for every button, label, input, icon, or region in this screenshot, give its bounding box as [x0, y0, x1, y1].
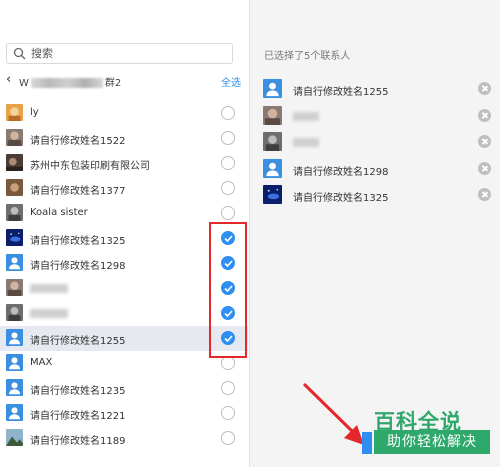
contact-name: 苏州中东包装印刷有限公司: [30, 161, 150, 172]
selected-contact-row: 请自行修改姓名1255: [249, 76, 500, 102]
contact-name: 请自行修改姓名1235: [30, 386, 126, 397]
avatar: [263, 105, 282, 125]
avatar: [6, 179, 23, 196]
contact-name: MAX: [30, 357, 53, 368]
selected-contact-row: 请自行修改姓名1298: [249, 156, 500, 182]
group-header: ‹ W 群2 全选: [0, 70, 248, 92]
contact-name: 请自行修改姓名1189: [30, 436, 126, 447]
contact-name: [30, 284, 68, 293]
contact-picker-panel: ‹ W 群2 全选 ly 请自行修改姓名1522 苏州中东包装印刷有限公司请自行修改姓…: [0, 0, 248, 467]
avatar: [263, 132, 282, 151]
contact-name: 请自行修改姓名1522: [30, 136, 126, 147]
contact-name: 请自行修改姓名1255: [30, 336, 126, 347]
selected-contact-name: 请自行修改姓名1325: [293, 193, 389, 204]
contact-row[interactable]: 请自行修改姓名1221: [0, 401, 248, 426]
group-name-suffix: 群2: [104, 78, 122, 89]
contact-row[interactable]: 请自行修改姓名1522: [0, 126, 248, 151]
unchecked-radio-icon[interactable]: [221, 381, 235, 395]
selected-contact-row: [249, 129, 500, 155]
selected-count-title: 已选择了5个联系人: [264, 51, 351, 62]
unchecked-radio-icon[interactable]: [221, 406, 235, 420]
search-icon: [13, 47, 26, 60]
avatar: [263, 158, 282, 178]
contact-name: 请自行修改姓名1377: [30, 186, 126, 197]
watermark-subtitle: 助你轻松解决: [374, 430, 490, 454]
remove-icon[interactable]: [478, 161, 491, 175]
selected-contact-name: [293, 111, 319, 121]
avatar: [6, 379, 23, 396]
select-all-link[interactable]: 全选: [221, 74, 241, 89]
unchecked-radio-icon[interactable]: [221, 156, 235, 170]
annotation-highlight-box: [209, 222, 247, 358]
remove-icon[interactable]: [478, 82, 491, 95]
contact-name: Koala sister: [30, 207, 88, 218]
group-name-blurred: [30, 78, 103, 88]
selected-panel: 已选择了5个联系人: [249, 0, 500, 467]
avatar: [6, 254, 23, 271]
contact-name: 请自行修改姓名1221: [30, 411, 126, 422]
unchecked-radio-icon[interactable]: [221, 106, 235, 120]
avatar: [6, 279, 23, 296]
selected-contact-row: [249, 103, 500, 129]
unchecked-radio-icon[interactable]: [221, 206, 235, 220]
search-input[interactable]: [31, 46, 221, 61]
unchecked-radio-icon[interactable]: [221, 356, 235, 370]
avatar: [6, 404, 23, 421]
group-name: W 群2: [19, 74, 121, 89]
search-box[interactable]: [6, 43, 233, 64]
avatar: [6, 154, 23, 171]
avatar: [6, 129, 23, 146]
avatar: [6, 229, 23, 246]
selected-contact-row: 请自行修改姓名1325: [249, 182, 500, 208]
contact-name: 请自行修改姓名1298: [30, 261, 126, 272]
contact-row[interactable]: 苏州中东包装印刷有限公司: [0, 151, 248, 176]
unchecked-radio-icon[interactable]: [221, 131, 235, 145]
contact-row[interactable]: 请自行修改姓名1377: [0, 176, 248, 201]
remove-icon[interactable]: [478, 108, 491, 122]
contact-row[interactable]: ly: [0, 101, 248, 126]
group-name-prefix: W: [19, 78, 29, 89]
back-chevron-icon[interactable]: ‹: [6, 73, 16, 87]
contact-name: [30, 309, 68, 318]
avatar: [6, 104, 23, 121]
unchecked-radio-icon[interactable]: [221, 181, 235, 195]
avatar: [263, 79, 282, 98]
contact-row[interactable]: 请自行修改姓名1235: [0, 376, 248, 401]
unchecked-radio-icon[interactable]: [221, 431, 235, 445]
contact-name: ly: [30, 107, 39, 118]
avatar: [263, 185, 282, 204]
selected-contact-name: [293, 138, 319, 147]
avatar: [6, 204, 23, 221]
avatar: [6, 429, 23, 446]
selected-contact-name: 请自行修改姓名1255: [293, 87, 389, 98]
contact-name: 请自行修改姓名1325: [30, 236, 126, 247]
remove-icon[interactable]: [478, 188, 491, 201]
avatar: [6, 354, 23, 371]
remove-icon[interactable]: [478, 135, 491, 148]
avatar: [6, 329, 23, 346]
confirm-button-partial[interactable]: [362, 432, 372, 454]
avatar: [6, 304, 23, 321]
contact-row[interactable]: 请自行修改姓名1189: [0, 426, 248, 451]
selected-contact-name: 请自行修改姓名1298: [293, 166, 389, 178]
